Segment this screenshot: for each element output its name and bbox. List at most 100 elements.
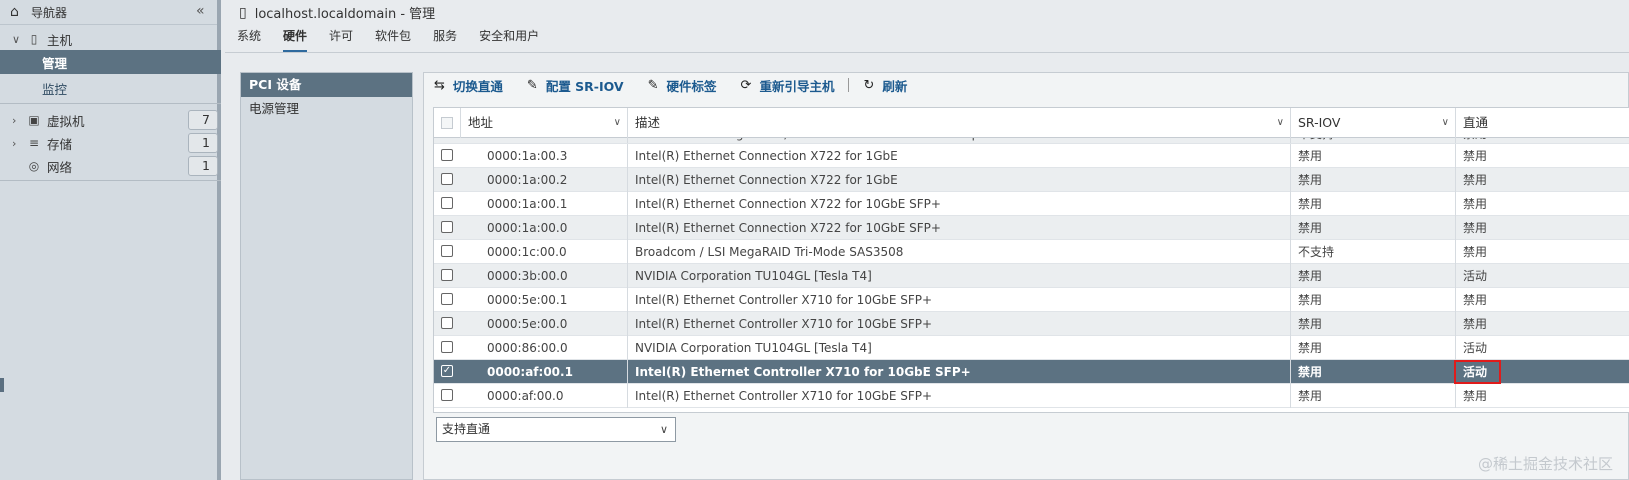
tab-hardware[interactable]: 硬件 xyxy=(283,27,308,53)
cell-description: Intel(R) Ethernet Connection X722 for 10… xyxy=(628,216,1291,240)
row-checkbox[interactable] xyxy=(441,245,453,257)
cell-passthrough: 禁用 xyxy=(1463,221,1488,235)
nav-resize-handle[interactable] xyxy=(0,378,4,392)
column-description-label: 描述 xyxy=(635,115,661,130)
toggle-icon: ⇆ xyxy=(434,77,445,93)
cell-address: 0000:1a:00.0 xyxy=(461,216,628,240)
cell-sriov: 禁用 xyxy=(1291,312,1456,336)
row-checkbox[interactable] xyxy=(441,389,453,401)
nav-host-label: 主机 xyxy=(47,32,73,48)
table-row[interactable]: 0000:1a:00.1 Intel(R) Ethernet Connection… xyxy=(434,192,1629,216)
collapse-icon[interactable]: « xyxy=(196,3,205,19)
table-row[interactable]: 0000:5e:00.1 Intel(R) Ethernet Controller… xyxy=(434,288,1629,312)
cell-description: Intel(R) Ethernet Connection X722 for 1G… xyxy=(628,144,1291,168)
cell-description: Intel(R) Ethernet Controller X710 for 10… xyxy=(628,312,1291,336)
hardware-label-button[interactable]: ✎ 硬件标签 xyxy=(648,76,717,95)
chevron-down-icon[interactable]: ∨ xyxy=(12,33,22,46)
nav-storage-label: 存储 xyxy=(47,136,73,152)
tab-license[interactable]: 许可 xyxy=(329,27,353,49)
row-checkbox[interactable] xyxy=(441,269,453,281)
column-address[interactable]: 地址 ∨ xyxy=(461,108,628,138)
chevron-down-icon[interactable]: ∨ xyxy=(614,108,621,138)
nav-item-manage[interactable]: 管理 xyxy=(0,50,221,74)
chevron-down-icon[interactable]: ∨ xyxy=(660,418,668,441)
nav-vms-count: 7 xyxy=(188,110,218,130)
tab-divider xyxy=(225,52,1629,53)
tab-bar: 系统 硬件 许可 软件包 服务 安全和用户 xyxy=(237,27,539,53)
row-checkbox[interactable] xyxy=(441,293,453,305)
network-icon: ◎ xyxy=(28,159,40,173)
nav-item-monitor[interactable]: 监控 xyxy=(0,76,221,100)
cell-sriov: 禁用 xyxy=(1291,360,1456,384)
cell-description: Broadcom / LSI MegaRAID Tri-Mode SAS3508 xyxy=(628,240,1291,264)
cell-description: Intel(R) Ethernet Connection X722 for 10… xyxy=(628,192,1291,216)
chevron-down-icon[interactable]: ∨ xyxy=(1442,108,1449,138)
table-row[interactable]: 0000:5e:00.0 Intel(R) Ethernet Controller… xyxy=(434,312,1629,336)
tab-services[interactable]: 服务 xyxy=(433,27,457,49)
cell-address: 0000:5e:00.0 xyxy=(461,312,628,336)
cell-address: 0000:86:00.0 xyxy=(461,336,628,360)
select-all-checkbox[interactable] xyxy=(441,117,453,129)
row-checkbox[interactable] xyxy=(441,341,453,353)
table-row[interactable]: 0000:3b:00.0 NVIDIA Corporation TU104GL [… xyxy=(434,264,1629,288)
table-row[interactable]: 0000:1a:00.3 Intel(R) Ethernet Connection… xyxy=(434,144,1629,168)
navigator-title: 导航器 xyxy=(31,5,68,20)
nav-vms-label: 虚拟机 xyxy=(47,113,85,129)
hardware-subnav: PCI 设备 电源管理 xyxy=(240,72,413,480)
cell-address: 0000:1c:00.0 xyxy=(461,240,628,264)
tab-security-users[interactable]: 安全和用户 xyxy=(479,27,539,49)
table-row[interactable]: 0000:1a:00.2 Intel(R) Ethernet Connection… xyxy=(434,168,1629,192)
reboot-host-button[interactable]: ⟳ 重新引导主机 xyxy=(741,76,835,95)
row-checkbox[interactable] xyxy=(441,149,453,161)
nav-network-count: 1 xyxy=(188,156,218,176)
subnav-pci-devices[interactable]: PCI 设备 xyxy=(241,73,412,97)
reboot-host-label: 重新引导主机 xyxy=(759,78,835,94)
column-passthrough[interactable]: 直通 xyxy=(1456,108,1629,138)
chevron-right-icon[interactable]: › xyxy=(12,137,22,150)
host-icon: ▯ xyxy=(30,32,38,46)
row-checkbox[interactable] xyxy=(441,173,453,185)
column-sriov[interactable]: SR-IOV ∨ xyxy=(1291,108,1456,138)
tab-packages[interactable]: 软件包 xyxy=(375,27,411,49)
pci-device-table: 地址 ∨ 描述 ∨ SR-IOV ∨ 直通 0000:03:00.0 xyxy=(433,107,1629,413)
cell-address: 0000:1a:00.3 xyxy=(461,144,628,168)
chevron-right-icon[interactable]: › xyxy=(12,114,22,127)
nav-vms[interactable]: › ▣ 虚拟机 7 xyxy=(0,108,221,132)
table-row[interactable]: 0000:af:00.0 Intel(R) Ethernet Controller… xyxy=(434,384,1629,408)
refresh-label: 刷新 xyxy=(882,78,908,94)
table-row[interactable]: ✓ 0000:af:00.1 Intel(R) Ethernet Controlle… xyxy=(434,360,1629,384)
subnav-power-management[interactable]: 电源管理 xyxy=(241,97,412,121)
filter-selected-value: 支持直通 xyxy=(442,422,491,436)
nav-divider xyxy=(0,103,221,104)
chevron-down-icon[interactable]: ∨ xyxy=(1277,108,1284,138)
cell-description: Intel(R) Ethernet Connection X722 for 1G… xyxy=(628,168,1291,192)
table-row[interactable]: 0000:1c:00.0 Broadcom / LSI MegaRAID Tri-… xyxy=(434,240,1629,264)
nav-network[interactable]: ◎ 网络 1 xyxy=(0,154,221,178)
nav-host[interactable]: ∨ ▯ 主机 xyxy=(0,27,221,51)
nav-item-manage-label: 管理 xyxy=(42,55,68,71)
cell-passthrough: 禁用 xyxy=(1463,173,1488,187)
cell-sriov: 禁用 xyxy=(1291,192,1456,216)
cell-address: 0000:1a:00.2 xyxy=(461,168,628,192)
host-icon: ▯ xyxy=(239,4,247,21)
row-checkbox[interactable] xyxy=(441,221,453,233)
configure-sriov-button[interactable]: ✎ 配置 SR-IOV xyxy=(527,76,624,95)
passthrough-filter-select[interactable]: 支持直通 ∨ xyxy=(436,417,676,442)
row-checkbox[interactable]: ✓ xyxy=(441,365,453,377)
column-description[interactable]: 描述 ∨ xyxy=(628,108,1291,138)
refresh-icon: ↻ xyxy=(863,77,875,93)
toggle-passthrough-button[interactable]: ⇆ 切换直通 xyxy=(434,76,503,95)
row-checkbox[interactable] xyxy=(441,317,453,329)
hardware-label-label: 硬件标签 xyxy=(666,78,717,94)
nav-storage[interactable]: › ≡ 存储 1 xyxy=(0,131,221,155)
refresh-button[interactable]: ↻ 刷新 xyxy=(863,76,907,95)
pci-content: ⇆ 切换直通 ✎ 配置 SR-IOV ✎ 硬件标签 ⟳ 重新引导主机 ↻ 刷新 xyxy=(423,72,1629,480)
cell-sriov: 禁用 xyxy=(1291,264,1456,288)
page-title: localhost.localdomain - 管理 xyxy=(254,7,436,22)
highlight-box xyxy=(1454,360,1501,384)
table-row[interactable]: 0000:86:00.0 NVIDIA Corporation TU104GL [… xyxy=(434,336,1629,360)
row-checkbox[interactable] xyxy=(441,197,453,209)
tab-system[interactable]: 系统 xyxy=(237,27,261,49)
nav-network-label: 网络 xyxy=(47,159,73,175)
table-row[interactable]: 0000:1a:00.0 Intel(R) Ethernet Connection… xyxy=(434,216,1629,240)
